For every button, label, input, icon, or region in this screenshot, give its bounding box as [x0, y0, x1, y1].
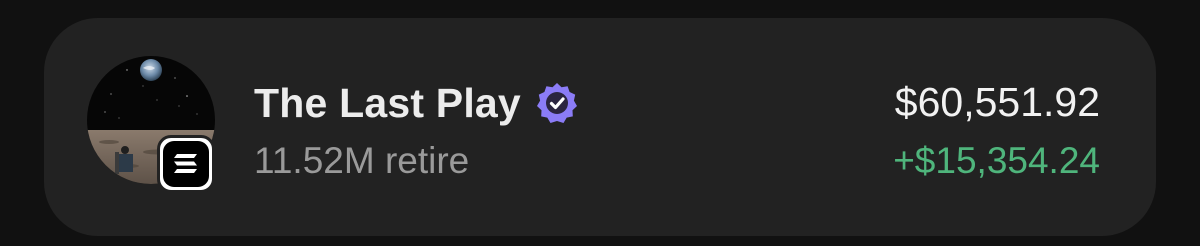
token-holdings: 11.52M retire [254, 140, 470, 181]
token-value: $60,551.92 [894, 79, 1100, 125]
solana-icon [163, 141, 209, 187]
token-name: The Last Play [254, 79, 521, 126]
token-value-change: +$15,354.24 [893, 140, 1100, 181]
token-avatar-group [87, 56, 225, 194]
chain-badge [157, 135, 215, 193]
token-title-row: The Last Play [254, 78, 579, 128]
verified-badge-icon [536, 83, 577, 123]
token-row-card[interactable]: The Last Play 11.52M retire $60,551.92 +… [44, 18, 1156, 236]
